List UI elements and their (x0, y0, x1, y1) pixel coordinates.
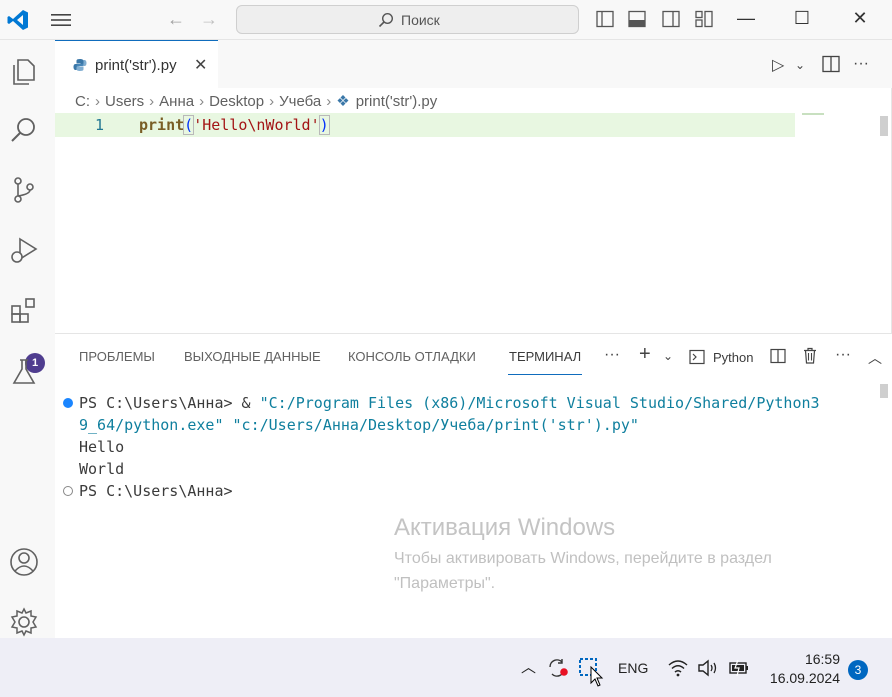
editor-tab-active[interactable]: print('str').py ✕ (55, 40, 218, 88)
toggle-panel-icon[interactable] (628, 10, 646, 28)
command-center-search[interactable]: Поиск (236, 5, 579, 34)
windows-taskbar: ︿ ENG 16:59 16.09.2024 3 (0, 638, 892, 697)
terminal-output[interactable]: PS C:\Users\Анна> & "C:/Program Files (x… (79, 392, 820, 502)
more-actions-icon[interactable]: ··· (853, 55, 871, 73)
minimap[interactable] (802, 113, 824, 115)
search-placeholder: Поиск (401, 12, 440, 28)
tab-terminal[interactable]: ТЕРМИНАЛ (509, 349, 581, 364)
breadcrumb-item[interactable]: Users (105, 93, 144, 110)
wifi-icon[interactable] (668, 659, 688, 677)
notification-count-badge[interactable]: 3 (848, 660, 868, 680)
clock-time: 16:59 (804, 651, 840, 667)
breadcrumb-item[interactable]: Учеба (279, 93, 321, 110)
breadcrumb: C: › Users › Анна › Desktop › Учеба › ❖ print('str'… (75, 92, 437, 110)
activation-watermark-title: Активация Windows (394, 514, 616, 541)
code-line-1[interactable]: print('Hello\nWorld') (139, 115, 330, 135)
settings-gear-icon[interactable] (8, 606, 40, 638)
volume-icon[interactable] (697, 659, 719, 677)
editor-area: print('str').py ✕ ▷ ⌄ ··· C: › Users › Анна ›… (55, 40, 892, 333)
explorer-icon[interactable] (8, 56, 40, 88)
show-hidden-icons-chevron-icon[interactable]: ︿ (521, 656, 536, 677)
language-indicator[interactable]: ENG (618, 660, 648, 676)
breadcrumb-item[interactable]: C: (75, 93, 90, 110)
tab-strip (218, 40, 892, 88)
breadcrumb-item[interactable]: Desktop (209, 93, 264, 110)
split-editor-icon[interactable] (822, 55, 840, 73)
split-terminal-icon[interactable] (770, 348, 786, 364)
trash-icon[interactable] (802, 347, 818, 364)
code-close-paren: ) (318, 115, 330, 135)
customize-layout-icon[interactable] (695, 10, 713, 28)
source-control-icon[interactable] (8, 174, 40, 206)
title-bar: ← → Поиск — ☐ ✕ (0, 0, 892, 40)
run-and-debug-icon[interactable] (8, 234, 40, 266)
tab-debug-console[interactable]: КОНСОЛЬ ОТЛАДКИ (348, 349, 476, 364)
breadcrumb-item[interactable]: Анна (159, 93, 194, 110)
breadcrumb-python-icon: ❖ (336, 93, 350, 110)
maximize-icon[interactable]: ☐ (788, 8, 816, 29)
terminal-scrollbar[interactable] (880, 384, 888, 398)
terminal-command-part2: 9_64/python.exe" "c:/Users/Анна/Desktop/… (79, 416, 639, 434)
run-python-file-icon[interactable]: ▷ (772, 55, 790, 74)
python-file-icon (73, 59, 87, 71)
testing-flask-icon[interactable] (8, 356, 40, 388)
code-open-paren: ( (183, 115, 195, 135)
breadcrumb-chevron-icon: › (149, 93, 155, 110)
back-arrow-icon[interactable]: ← (167, 9, 185, 30)
new-terminal-plus-icon[interactable]: + (639, 343, 651, 366)
search-icon (378, 12, 394, 28)
clock-date: 16.09.2024 (769, 670, 840, 686)
close-window-icon[interactable]: ✕ (846, 8, 874, 29)
panel-more-icon[interactable]: ··· (604, 346, 620, 364)
mouse-cursor-icon (590, 666, 604, 687)
command-success-dot-icon[interactable] (63, 398, 73, 408)
forward-arrow-icon[interactable]: → (200, 9, 218, 30)
account-icon[interactable] (8, 546, 40, 578)
activity-bar: 1 (0, 40, 48, 638)
command-pending-dot-icon[interactable] (63, 486, 73, 496)
toggle-secondary-sidebar-icon[interactable] (662, 10, 680, 28)
code-function: print (139, 116, 185, 134)
breadcrumb-chevron-icon: › (95, 93, 100, 110)
breadcrumb-chevron-icon: › (199, 93, 205, 110)
run-dropdown-chevron-icon[interactable]: ⌄ (795, 58, 813, 76)
vscode-logo-icon (7, 10, 28, 30)
breadcrumb-chevron-icon: › (326, 93, 332, 110)
code-string: 'Hello\nWorld' (193, 116, 320, 134)
terminal-output-line: Hello (79, 438, 125, 456)
terminal-output-line: World (79, 460, 125, 478)
terminal-prompt: PS C:\Users\Анна> (79, 482, 233, 500)
terminal-name[interactable]: Python (713, 350, 753, 365)
active-tab-indicator (508, 374, 582, 375)
hamburger-menu-icon[interactable] (50, 10, 72, 30)
editor-scrollbar[interactable] (880, 116, 888, 136)
tab-label: print('str').py (95, 57, 177, 74)
terminal-command-part1: "C:/Program Files (x86)/Microsoft Visual… (259, 394, 820, 412)
panel-actions-more-icon[interactable]: ··· (835, 346, 851, 364)
toggle-primary-sidebar-icon[interactable] (596, 10, 614, 28)
breadcrumb-item[interactable]: print('str').py (356, 93, 438, 110)
extensions-icon[interactable] (8, 296, 40, 328)
taskbar-clock[interactable]: 16:59 16.09.2024 (768, 650, 840, 688)
breadcrumb-chevron-icon: › (269, 93, 275, 110)
tab-close-icon[interactable]: ✕ (194, 55, 207, 75)
battery-charging-icon[interactable] (728, 659, 750, 677)
terminal-dropdown-chevron-icon[interactable]: ⌄ (663, 349, 673, 363)
maximize-panel-chevron-icon[interactable]: ︿ (868, 348, 882, 368)
tab-problems[interactable]: ПРОБЛЕМЫ (79, 349, 155, 364)
terminal-icon (689, 349, 705, 365)
search-view-icon[interactable] (8, 114, 40, 146)
minimize-icon[interactable]: — (732, 8, 760, 29)
sync-recording-icon[interactable] (547, 658, 569, 678)
bottom-panel: ПРОБЛЕМЫ ВЫХОДНЫЕ ДАННЫЕ КОНСОЛЬ ОТЛАДКИ… (55, 333, 892, 638)
terminal-prompt: PS C:\Users\Анна> & (79, 394, 260, 412)
activation-watermark-subtitle: Чтобы активировать Windows, перейдите в … (394, 550, 772, 592)
tab-output[interactable]: ВЫХОДНЫЕ ДАННЫЕ (184, 349, 321, 364)
line-number: 1 (95, 116, 105, 134)
